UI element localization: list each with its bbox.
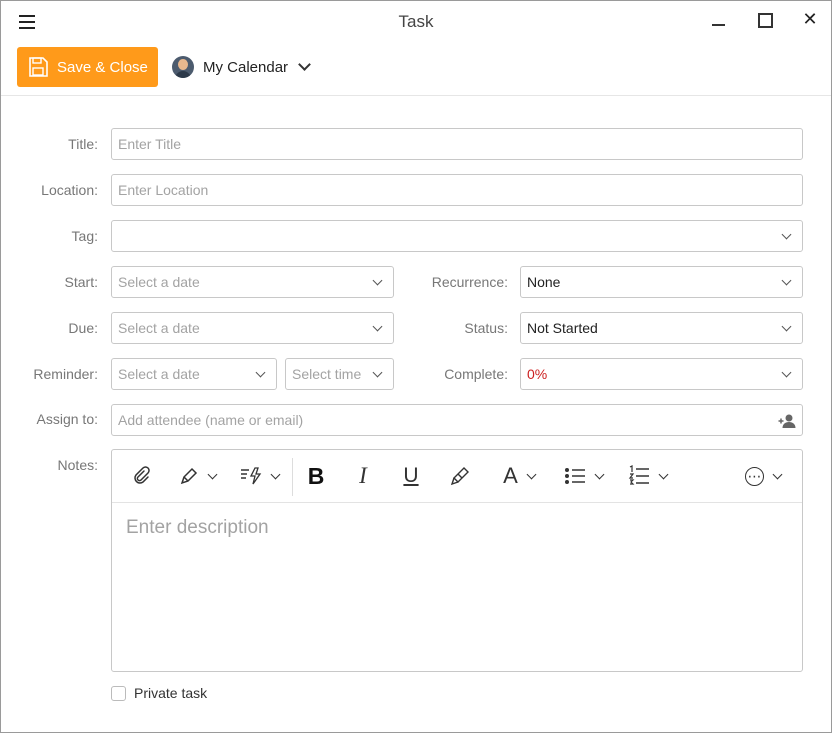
private-task-label: Private task	[134, 685, 208, 701]
assign-label: Assign to:	[36, 411, 98, 427]
toolbar-divider	[292, 458, 293, 496]
save-icon	[29, 57, 48, 77]
format-icon	[240, 467, 261, 485]
font-color-dropdown[interactable]: A	[496, 463, 542, 489]
save-close-label: Save & Close	[57, 58, 148, 76]
close-button[interactable]: ✕	[798, 9, 822, 33]
attendee-input[interactable]: Add attendee (name or email)	[111, 404, 803, 436]
notes-description-input[interactable]: Enter description	[126, 517, 269, 539]
recurrence-label: Recurrence:	[431, 274, 508, 290]
more-dropdown[interactable]: ⋯	[740, 463, 786, 489]
numbered-list-dropdown[interactable]	[624, 463, 670, 489]
chevron-down-icon	[372, 275, 383, 286]
add-person-icon[interactable]	[778, 413, 796, 429]
notes-label: Notes:	[57, 457, 98, 473]
avatar	[172, 56, 194, 78]
pen-icon	[180, 467, 197, 485]
complete-select[interactable]: 0%	[520, 358, 803, 390]
notes-editor[interactable]: B I U A ⋯ Enter description	[111, 449, 803, 672]
chevron-down-icon	[781, 321, 792, 332]
due-label: Due:	[68, 320, 98, 336]
pen-dropdown[interactable]	[174, 463, 220, 489]
italic-icon[interactable]: I	[351, 463, 375, 489]
private-task-checkbox[interactable]: Private task	[111, 685, 207, 701]
calendar-label: My Calendar	[203, 58, 289, 76]
reminder-time-picker[interactable]: Select time	[285, 358, 394, 390]
calendar-selector[interactable]: My Calendar	[172, 54, 311, 80]
bullet-list-icon	[564, 468, 585, 484]
chevron-down-icon	[255, 367, 266, 378]
title-bar: Task ✕	[1, 1, 831, 43]
chevron-down-icon	[372, 367, 383, 378]
tag-select[interactable]	[111, 220, 803, 252]
maximize-button[interactable]	[753, 9, 777, 33]
status-label: Status:	[464, 320, 508, 336]
underline-icon[interactable]: U	[399, 463, 423, 489]
minimize-button[interactable]	[707, 9, 731, 33]
chevron-down-icon	[298, 58, 311, 71]
start-date-picker[interactable]: Select a date	[111, 266, 394, 298]
editor-toolbar: B I U A ⋯	[112, 450, 802, 503]
bullet-list-dropdown[interactable]	[560, 463, 606, 489]
more-icon: ⋯	[745, 466, 764, 486]
start-label: Start:	[64, 274, 98, 290]
due-date-picker[interactable]: Select a date	[111, 312, 394, 344]
task-window: Task ✕ Save & Close My Calendar Title: E…	[0, 0, 832, 733]
paperclip-icon[interactable]	[128, 463, 154, 489]
complete-label: Complete:	[444, 366, 508, 382]
chevron-down-icon	[372, 321, 383, 332]
save-close-button[interactable]: Save & Close	[17, 47, 158, 87]
checkbox-icon[interactable]	[111, 685, 126, 701]
chevron-down-icon	[781, 229, 792, 240]
title-input[interactable]: Enter Title	[111, 128, 803, 160]
chevron-down-icon	[781, 275, 792, 286]
format-dropdown[interactable]	[236, 463, 282, 489]
brush-icon[interactable]	[448, 463, 472, 489]
recurrence-select[interactable]: None	[520, 266, 803, 298]
font-color-icon: A	[503, 463, 518, 488]
reminder-label: Reminder:	[33, 366, 98, 382]
numbered-list-icon	[628, 465, 649, 485]
tag-label: Tag:	[71, 228, 98, 244]
reminder-date-picker[interactable]: Select a date	[111, 358, 277, 390]
task-toolbar: Save & Close My Calendar	[1, 45, 831, 96]
location-input[interactable]: Enter Location	[111, 174, 803, 206]
location-label: Location:	[41, 182, 98, 198]
bold-icon[interactable]: B	[304, 463, 328, 489]
title-label: Title:	[68, 136, 98, 152]
status-select[interactable]: Not Started	[520, 312, 803, 344]
chevron-down-icon	[781, 367, 792, 378]
